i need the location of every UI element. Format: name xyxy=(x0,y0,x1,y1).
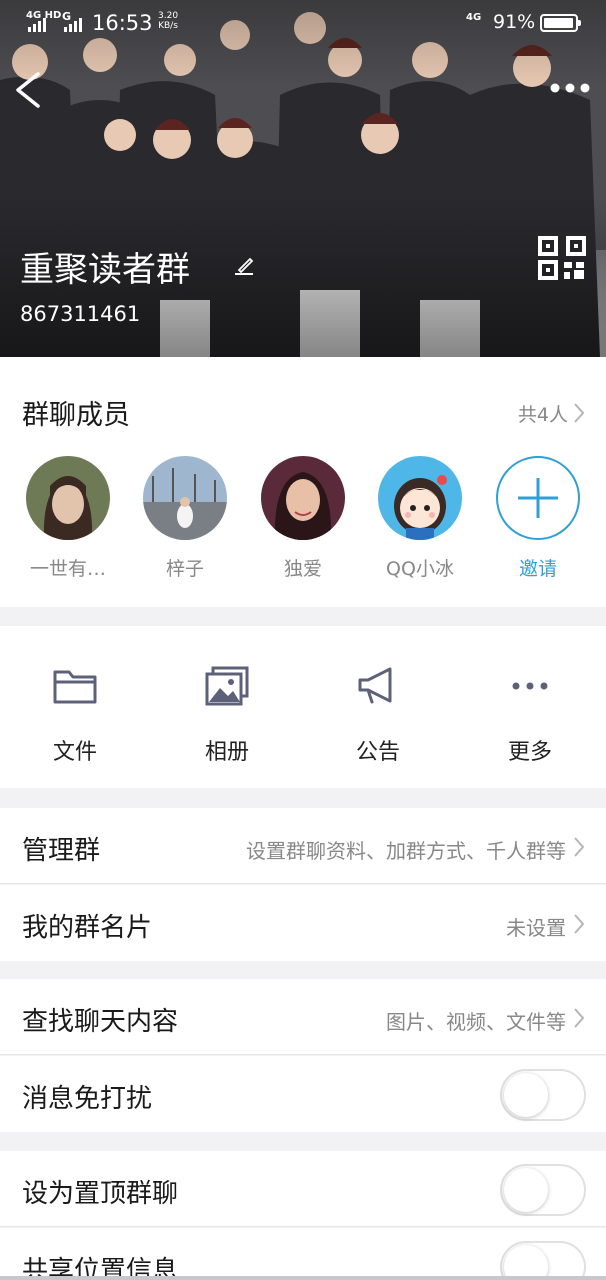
status-bar: 4G HD G 16:53 3.20 KB/s 4G 91% xyxy=(0,0,606,46)
manage-group-label: 管理群 xyxy=(22,836,101,866)
do-not-disturb-toggle[interactable] xyxy=(500,1069,586,1121)
feature-album-button[interactable]: 相册 xyxy=(177,664,277,766)
plus-icon xyxy=(518,478,558,518)
more-dots-icon xyxy=(550,83,590,93)
battery-percent: 91% xyxy=(493,11,536,33)
member-name: 梓子 xyxy=(165,558,204,580)
members-section: 群聊成员 共4人 一世有… 梓子 独爱 QQ小冰 邀请 xyxy=(0,357,606,607)
back-button[interactable] xyxy=(10,68,46,112)
album-icon xyxy=(205,666,249,706)
member-avatar xyxy=(143,456,227,540)
features-section: 文件 相册 公告 更多 xyxy=(0,626,606,788)
feature-files-button[interactable]: 文件 xyxy=(25,664,125,766)
members-count[interactable]: 共4人 xyxy=(518,400,568,427)
invite-label: 邀请 xyxy=(518,558,557,580)
feature-announcement-button[interactable]: 公告 xyxy=(328,664,428,766)
feature-more-button[interactable]: 更多 xyxy=(480,664,580,766)
chevron-right-icon xyxy=(574,837,585,857)
chevron-right-icon xyxy=(574,914,585,934)
invite-avatar xyxy=(496,456,580,540)
member-name: 一世有… xyxy=(29,558,106,580)
chevron-right-icon[interactable] xyxy=(572,401,586,425)
my-group-card-label: 我的群名片 xyxy=(22,913,153,943)
group-id: 867311461 xyxy=(20,302,141,326)
search-chat-row[interactable]: 查找聊天内容 图片、视频、文件等 xyxy=(0,979,606,1055)
pin-chat-toggle[interactable] xyxy=(500,1164,586,1216)
do-not-disturb-row: 消息免打扰 xyxy=(0,1056,606,1132)
back-arrow-icon xyxy=(16,72,40,108)
more-dots-icon xyxy=(512,682,548,690)
search-chat-label: 查找聊天内容 xyxy=(22,1007,179,1037)
bottom-edge xyxy=(0,1276,606,1280)
group-name[interactable]: 重聚读者群 xyxy=(20,242,190,291)
do-not-disturb-label: 消息免打扰 xyxy=(22,1084,153,1114)
network-type-3: 4G xyxy=(466,12,482,23)
signal-strength-icon xyxy=(28,18,46,32)
member-avatar xyxy=(261,456,345,540)
member-name: QQ小冰 xyxy=(386,558,454,580)
clock: 16:53 xyxy=(92,11,153,35)
qr-code-button[interactable] xyxy=(537,235,587,281)
share-location-toggle[interactable] xyxy=(500,1241,586,1280)
member-item[interactable]: 梓子 xyxy=(137,456,233,581)
member-item[interactable]: 独爱 xyxy=(255,456,351,581)
pin-chat-row: 设为置顶群聊 xyxy=(0,1151,606,1227)
feature-label: 相册 xyxy=(204,740,249,765)
folder-icon xyxy=(53,670,97,704)
manage-group-value: 设置群聊资料、加群方式、千人群等 xyxy=(246,839,566,863)
feature-label: 更多 xyxy=(507,740,552,765)
member-avatar xyxy=(26,456,110,540)
member-avatar xyxy=(378,456,462,540)
member-name: 独爱 xyxy=(283,558,322,580)
chevron-right-icon xyxy=(574,1008,585,1028)
members-title: 群聊成员 xyxy=(22,400,130,431)
invite-button[interactable]: 邀请 xyxy=(490,456,586,581)
manage-group-row[interactable]: 管理群 设置群聊资料、加群方式、千人群等 xyxy=(0,808,606,884)
my-group-card-row[interactable]: 我的群名片 未设置 xyxy=(0,885,606,961)
member-item[interactable]: QQ小冰 xyxy=(372,456,468,581)
network-speed: 3.20 KB/s xyxy=(158,11,178,31)
megaphone-icon xyxy=(358,667,392,704)
search-chat-value: 图片、视频、文件等 xyxy=(386,1010,566,1034)
pin-chat-label: 设为置顶群聊 xyxy=(22,1179,179,1209)
more-options-button[interactable] xyxy=(548,76,592,100)
signal-strength-2-icon xyxy=(64,18,82,32)
feature-label: 公告 xyxy=(355,740,400,765)
edit-name-icon[interactable] xyxy=(231,252,257,278)
member-item[interactable]: 一世有… xyxy=(20,456,116,581)
battery-icon xyxy=(540,14,581,32)
speed-unit: KB/s xyxy=(158,21,178,31)
share-location-row: 共享位置信息 xyxy=(0,1228,606,1280)
speed-value: 3.20 xyxy=(158,11,179,21)
feature-label: 文件 xyxy=(52,740,97,765)
my-group-card-value: 未设置 xyxy=(506,916,566,940)
